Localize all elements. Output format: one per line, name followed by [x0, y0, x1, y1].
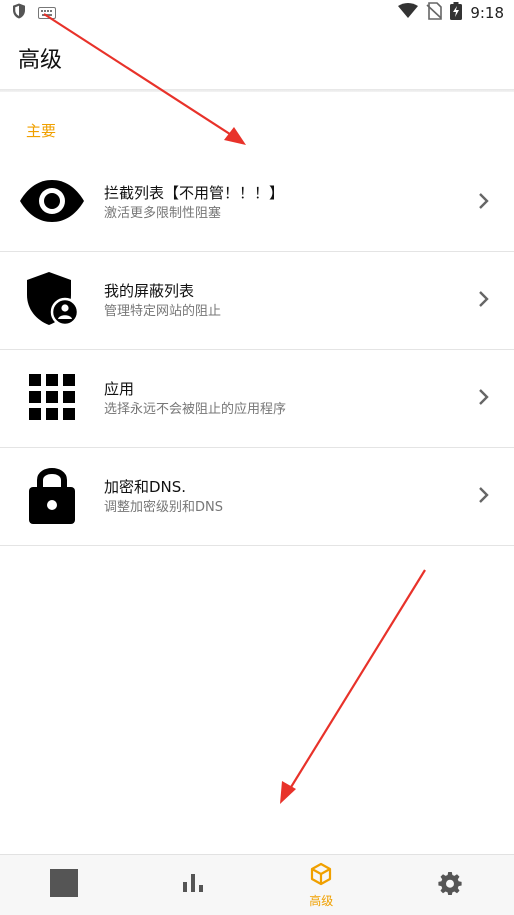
page-title: 高级	[18, 48, 63, 73]
list-item-subtitle: 调整加密级别和DNS	[104, 499, 223, 515]
eye-icon	[19, 179, 85, 227]
list-item-apps[interactable]: 应用 选择永远不会被阻止的应用程序	[0, 350, 514, 448]
no-sim-icon	[426, 2, 443, 24]
square-home-icon	[50, 869, 79, 901]
keyboard-icon	[38, 4, 56, 23]
chevron-right-icon	[478, 192, 490, 214]
tab-stats[interactable]	[129, 855, 258, 915]
tab-advanced[interactable]: 高级	[257, 855, 386, 915]
shield-app-icon	[10, 2, 28, 24]
list-item-title: 应用	[104, 379, 135, 398]
status-time: 9:18	[470, 4, 504, 22]
grid-apps-icon	[29, 373, 75, 424]
lock-icon	[29, 465, 75, 529]
section-header: 主要	[26, 122, 57, 140]
bar-chart-icon	[182, 874, 203, 896]
list-item-subtitle: 管理特定网站的阻止	[104, 303, 222, 319]
chevron-right-icon	[478, 486, 490, 508]
wifi-icon	[398, 3, 419, 23]
list-item-subtitle: 选择永远不会被阻止的应用程序	[104, 401, 287, 417]
list-item-title: 拦截列表【不用管！！！】	[104, 183, 285, 202]
cube-icon	[309, 862, 333, 890]
shield-user-icon	[25, 271, 80, 331]
tab-label: 高级	[309, 893, 334, 908]
status-bar: 9:18	[0, 0, 514, 26]
settings-list: 拦截列表【不用管！！！】 激活更多限制性阻塞 我的屏蔽列表 管理特定网站的阻止 …	[0, 154, 514, 546]
battery-charging-icon	[450, 2, 463, 24]
app-bar: 高级	[0, 26, 514, 90]
annotation-arrow-bottom	[280, 569, 426, 804]
screen: 9:18 高级 主要 拦截列表【不用管！！！】 激活更多限制性阻塞 我的屏蔽列表…	[0, 0, 514, 915]
list-item-title: 我的屏蔽列表	[104, 281, 195, 300]
gear-icon	[438, 871, 462, 899]
list-item-title: 加密和DNS.	[104, 477, 187, 496]
list-item-blocklist[interactable]: 拦截列表【不用管！！！】 激活更多限制性阻塞	[0, 154, 514, 252]
tab-home[interactable]	[0, 855, 129, 915]
bottom-nav: 高级	[0, 854, 514, 915]
list-item-subtitle: 激活更多限制性阻塞	[104, 205, 222, 221]
chevron-right-icon	[478, 290, 490, 312]
tab-settings[interactable]	[386, 855, 514, 915]
list-item-encryption-dns[interactable]: 加密和DNS. 调整加密级别和DNS	[0, 448, 514, 546]
list-item-my-blocklist[interactable]: 我的屏蔽列表 管理特定网站的阻止	[0, 252, 514, 350]
app-bar-divider	[0, 89, 514, 92]
chevron-right-icon	[478, 388, 490, 410]
